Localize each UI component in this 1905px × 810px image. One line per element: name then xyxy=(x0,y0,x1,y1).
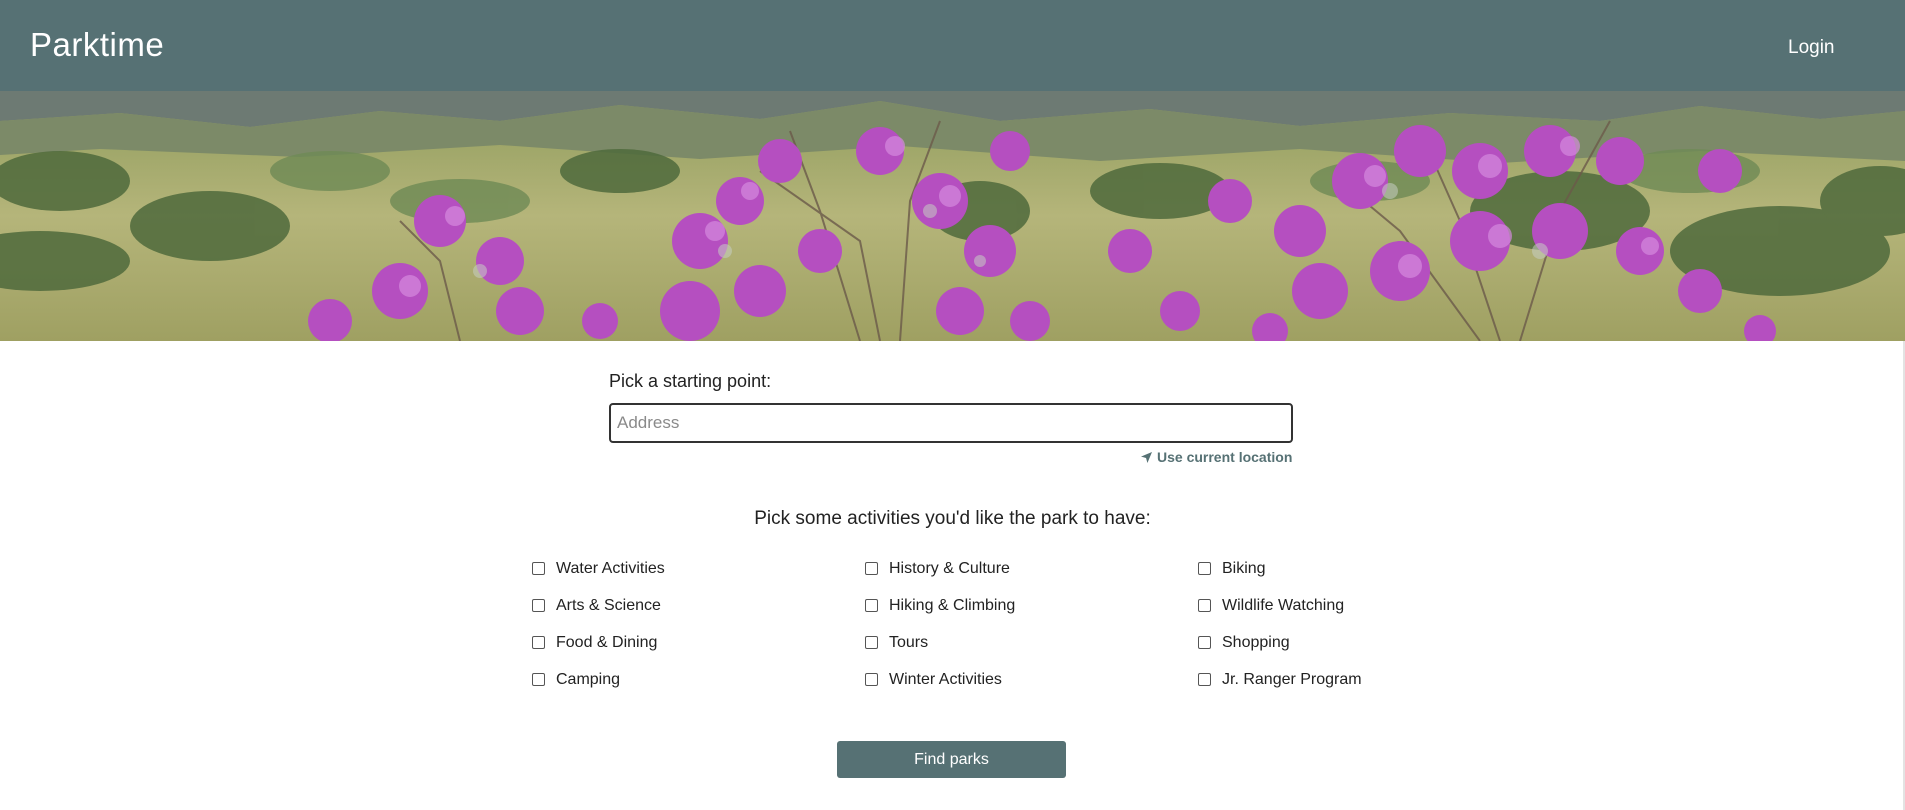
activity-label: Winter Activities xyxy=(889,671,1002,688)
checkbox[interactable] xyxy=(1198,672,1211,686)
activities-checkbox-grid: Water Activities Arts & Science Food & D… xyxy=(532,558,1432,708)
login-link[interactable]: Login xyxy=(1788,37,1835,59)
activity-winter-activities[interactable]: Winter Activities xyxy=(865,669,1002,691)
activity-label: Shopping xyxy=(1222,634,1290,651)
checkbox[interactable] xyxy=(865,598,878,612)
checkbox[interactable] xyxy=(865,635,878,649)
activity-label: Wildlife Watching xyxy=(1222,597,1345,614)
checkbox[interactable] xyxy=(865,561,878,575)
address-input[interactable] xyxy=(609,403,1293,443)
activity-label: Tours xyxy=(889,634,929,651)
hero-landscape-image xyxy=(0,91,1905,341)
find-parks-button[interactable]: Find parks xyxy=(837,741,1066,778)
activity-label: History & Culture xyxy=(889,560,1010,577)
checkbox[interactable] xyxy=(532,672,545,686)
activity-food-dining[interactable]: Food & Dining xyxy=(532,632,657,654)
activity-arts-science[interactable]: Arts & Science xyxy=(532,595,661,617)
activity-biking[interactable]: Biking xyxy=(1198,558,1266,580)
activities-label-text: Pick some activities you'd like the park… xyxy=(754,508,1151,529)
checkbox[interactable] xyxy=(1198,598,1211,612)
activity-camping[interactable]: Camping xyxy=(532,669,620,691)
checkbox[interactable] xyxy=(532,635,545,649)
activity-tours[interactable]: Tours xyxy=(865,632,928,654)
activity-label: Hiking & Climbing xyxy=(889,597,1016,614)
checkbox[interactable] xyxy=(532,561,545,575)
page: Parktime Login Pick a starting point: Ad… xyxy=(0,0,1905,810)
activity-history-culture[interactable]: History & Culture xyxy=(865,558,1010,580)
brand-logo[interactable]: Parktime xyxy=(30,26,164,64)
starting-point-label: Pick a starting point: xyxy=(609,371,772,391)
activity-wildlife-watching[interactable]: Wildlife Watching xyxy=(1198,595,1344,617)
checkbox[interactable] xyxy=(532,598,545,612)
activities-label: Pick some activities you'd like the park… xyxy=(0,508,1905,530)
use-current-location-link[interactable]: Use current location xyxy=(1141,449,1292,465)
activity-label: Food & Dining xyxy=(556,634,658,651)
checkbox[interactable] xyxy=(1198,561,1211,575)
location-arrow-icon xyxy=(1141,451,1152,463)
activity-water-activities[interactable]: Water Activities xyxy=(532,558,665,580)
activity-label: Arts & Science xyxy=(556,597,661,614)
activity-label: Camping xyxy=(556,671,621,688)
top-nav-bar: Parktime Login xyxy=(0,0,1905,91)
activity-shopping[interactable]: Shopping xyxy=(1198,632,1290,654)
checkbox[interactable] xyxy=(865,672,878,686)
hero-banner xyxy=(0,91,1905,341)
activity-label: Biking xyxy=(1222,560,1266,577)
checkbox[interactable] xyxy=(1198,635,1211,649)
activity-label: Jr. Ranger Program xyxy=(1222,671,1362,688)
activity-jr-ranger-program[interactable]: Jr. Ranger Program xyxy=(1198,669,1362,691)
activity-hiking-climbing[interactable]: Hiking & Climbing xyxy=(865,595,1015,617)
activity-label: Water Activities xyxy=(556,560,665,577)
use-current-location-label: Use current location xyxy=(1157,449,1293,465)
